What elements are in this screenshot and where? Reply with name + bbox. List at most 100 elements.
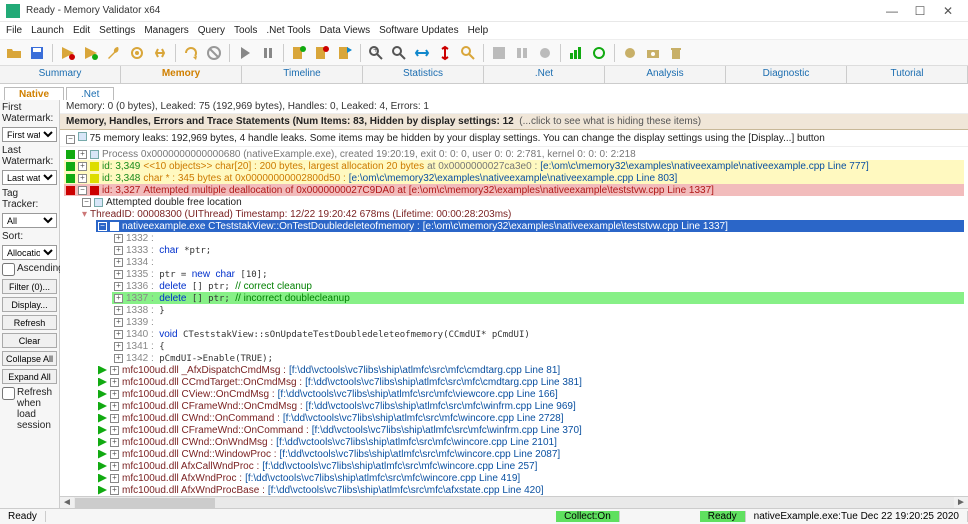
open-icon[interactable] — [4, 43, 24, 63]
expand-icon[interactable]: + — [114, 330, 123, 339]
expand-icon[interactable]: + — [110, 426, 119, 435]
stop-icon[interactable] — [204, 43, 224, 63]
gear-icon[interactable] — [127, 43, 147, 63]
expand-icon[interactable]: + — [110, 414, 119, 423]
code-line[interactable]: +1333 : char *ptr; — [112, 244, 964, 256]
tree-row-source[interactable]: − nativeexample.exe CTeststakView::OnTes… — [96, 220, 964, 232]
collapse-all-button[interactable]: Collapse All — [2, 351, 57, 366]
tool-b-icon[interactable] — [512, 43, 532, 63]
tool-a-icon[interactable] — [489, 43, 509, 63]
tab-tutorial[interactable]: Tutorial — [847, 66, 968, 83]
expand-icon[interactable]: − — [66, 135, 75, 144]
tree-row-error[interactable]: − id: 3,327 Attempted multiple deallocat… — [64, 184, 964, 196]
zoom-in-icon[interactable]: + — [366, 43, 386, 63]
trash-icon[interactable] — [666, 43, 686, 63]
menu-help[interactable]: Help — [468, 25, 489, 36]
stack-row[interactable]: +mfc100ud.dll CWnd::OnCommand : [f:\dd\v… — [96, 412, 964, 424]
expand-icon[interactable]: + — [114, 342, 123, 351]
menu-nettools[interactable]: .Net Tools — [266, 25, 310, 36]
stack-row[interactable]: +mfc100ud.dll CWnd::OnWndMsg : [f:\dd\vc… — [96, 436, 964, 448]
expand-icon[interactable]: + — [114, 270, 123, 279]
expand-icon[interactable]: + — [114, 318, 123, 327]
scroll-left-icon[interactable]: ◄ — [60, 497, 74, 508]
code-line[interactable]: +1339 : — [112, 316, 964, 328]
clear-button[interactable]: Clear — [2, 333, 57, 348]
tree-row[interactable]: + id: 3,348 char * : 345 bytes at 0x0000… — [64, 172, 964, 184]
code-line[interactable]: +1336 : delete [] ptr; // correct cleanu… — [112, 280, 964, 292]
stack-row[interactable]: +mfc100ud.dll AfxCallWndProc : [f:\dd\vc… — [96, 460, 964, 472]
menu-launch[interactable]: Launch — [31, 25, 64, 36]
subtab-native[interactable]: Native — [4, 87, 64, 100]
maximize-button[interactable]: ☐ — [906, 4, 934, 18]
pause-icon[interactable] — [258, 43, 278, 63]
subtab-net[interactable]: .Net — [66, 87, 114, 100]
expand-icon[interactable]: − — [78, 186, 87, 195]
tab-net[interactable]: .Net — [484, 66, 605, 83]
stack-row[interactable]: +mfc100ud.dll CFrameWnd::OnCommand : [f:… — [96, 424, 964, 436]
chart-icon[interactable] — [566, 43, 586, 63]
menu-settings[interactable]: Settings — [99, 25, 135, 36]
camera-icon[interactable] — [643, 43, 663, 63]
bookmark-green-icon[interactable] — [289, 43, 309, 63]
refresh-on-load-checkbox[interactable] — [2, 387, 15, 400]
stack-row[interactable]: +mfc100ud.dll AfxWndProcBase : [f:\dd\vc… — [96, 484, 964, 496]
expand-icon[interactable]: + — [110, 402, 119, 411]
tab-diagnostic[interactable]: Diagnostic — [726, 66, 847, 83]
filter-button[interactable]: Filter (0)... — [2, 279, 57, 294]
code-line[interactable]: +1335 : ptr = new char [10]; — [112, 268, 964, 280]
expand-all-button[interactable]: Expand All — [2, 369, 57, 384]
sort-select[interactable]: Allocation Order — [2, 245, 57, 260]
menu-query[interactable]: Query — [198, 25, 225, 36]
menu-file[interactable]: File — [6, 25, 22, 36]
tree-row[interactable]: − Attempted double free location — [80, 196, 964, 208]
stack-row[interactable]: +mfc100ud.dll CFrameWnd::OnCmdMsg : [f:\… — [96, 400, 964, 412]
fit-auto-icon[interactable] — [458, 43, 478, 63]
save-icon[interactable] — [27, 43, 47, 63]
last-watermark-select[interactable]: Last watermark — [2, 170, 57, 185]
code-line[interactable]: +1342 : pCmdUI->Enable(TRUE); — [112, 352, 964, 364]
expand-icon[interactable]: + — [78, 174, 87, 183]
expand-icon[interactable]: + — [78, 162, 87, 171]
horizontal-scrollbar[interactable]: ◄ ► — [60, 496, 968, 508]
first-watermark-select[interactable]: First watermark — [2, 127, 57, 142]
wrench-icon[interactable] — [104, 43, 124, 63]
tab-analysis[interactable]: Analysis — [605, 66, 726, 83]
code-line[interactable]: +1341 : { — [112, 340, 964, 352]
memory-tree[interactable]: + Process 0x0000000000000680 (nativeExam… — [60, 147, 968, 496]
play-icon[interactable] — [235, 43, 255, 63]
scroll-thumb[interactable] — [75, 498, 215, 508]
link-icon[interactable] — [150, 43, 170, 63]
scroll-right-icon[interactable]: ► — [954, 497, 968, 508]
expand-icon[interactable]: + — [110, 450, 119, 459]
stack-row[interactable]: +mfc100ud.dll CWnd::WindowProc : [f:\dd\… — [96, 448, 964, 460]
tab-memory[interactable]: Memory — [121, 66, 242, 83]
expand-icon[interactable]: + — [110, 438, 119, 447]
tool-c-icon[interactable] — [535, 43, 555, 63]
tree-row[interactable]: + id: 3,349 <<10 objects>> char[20] : 20… — [64, 160, 964, 172]
tab-statistics[interactable]: Statistics — [363, 66, 484, 83]
expand-icon[interactable]: + — [110, 390, 119, 399]
display-button[interactable]: Display... — [2, 297, 57, 312]
menu-dataviews[interactable]: Data Views — [320, 25, 370, 36]
expand-icon[interactable]: + — [114, 282, 123, 291]
menu-edit[interactable]: Edit — [73, 25, 90, 36]
zoom-out-icon[interactable] — [389, 43, 409, 63]
code-line[interactable]: +1338 : } — [112, 304, 964, 316]
code-line[interactable]: +1334 : — [112, 256, 964, 268]
stack-row[interactable]: +mfc100ud.dll CCmdTarget::OnCmdMsg : [f:… — [96, 376, 964, 388]
code-line[interactable]: +1340 : void CTeststakView::sOnUpdateTes… — [112, 328, 964, 340]
launch-red-icon[interactable] — [58, 43, 78, 63]
code-line[interactable]: +1337 : delete [] ptr; // incorrect doub… — [112, 292, 964, 304]
menu-tools[interactable]: Tools — [234, 25, 257, 36]
tree-row[interactable]: + Process 0x0000000000000680 (nativeExam… — [64, 148, 964, 160]
minimize-button[interactable]: — — [878, 4, 906, 18]
bookmark-red-icon[interactable] — [312, 43, 332, 63]
menu-managers[interactable]: Managers — [144, 25, 188, 36]
expand-icon[interactable]: + — [110, 486, 119, 495]
refresh2-icon[interactable] — [589, 43, 609, 63]
expand-icon[interactable]: + — [78, 150, 87, 159]
stack-row[interactable]: +mfc100ud.dll CView::OnCmdMsg : [f:\dd\v… — [96, 388, 964, 400]
tag-tracker-select[interactable]: All — [2, 213, 57, 228]
expand-icon[interactable]: + — [114, 246, 123, 255]
expand-icon[interactable]: + — [114, 294, 123, 303]
